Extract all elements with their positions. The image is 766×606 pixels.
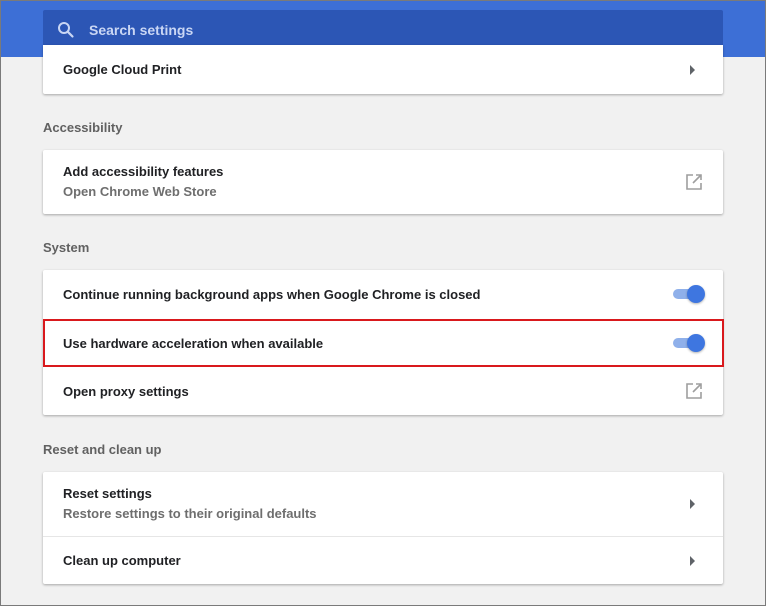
- open-web-store-sublabel: Open Chrome Web Store: [63, 184, 217, 199]
- clean-up-computer-label: Clean up computer: [63, 553, 181, 568]
- background-apps-toggle[interactable]: [671, 285, 705, 303]
- chevron-right-icon[interactable]: [689, 499, 697, 509]
- open-in-new-icon[interactable]: [685, 173, 703, 191]
- add-accessibility-features-row[interactable]: Add accessibility features Open Chrome W…: [43, 150, 723, 214]
- reset-card: Reset settings Restore settings to their…: [43, 472, 723, 584]
- search-icon[interactable]: [43, 21, 89, 39]
- printing-card: Google Cloud Print: [43, 45, 723, 94]
- reset-section-title: Reset and clean up: [43, 442, 162, 457]
- proxy-settings-row[interactable]: Open proxy settings: [43, 367, 723, 415]
- clean-up-computer-row[interactable]: Clean up computer: [43, 537, 723, 584]
- highlight-box: [43, 319, 724, 367]
- add-accessibility-features-label: Add accessibility features: [63, 164, 224, 179]
- proxy-settings-label: Open proxy settings: [63, 384, 189, 399]
- reset-settings-row[interactable]: Reset settings Restore settings to their…: [43, 472, 723, 536]
- google-cloud-print-row[interactable]: Google Cloud Print: [43, 45, 723, 94]
- open-in-new-icon[interactable]: [685, 382, 703, 400]
- accessibility-section-title: Accessibility: [43, 120, 123, 135]
- reset-settings-label: Reset settings: [63, 486, 152, 501]
- reset-settings-sublabel: Restore settings to their original defau…: [63, 506, 317, 521]
- toggle-knob: [687, 285, 705, 303]
- google-cloud-print-label: Google Cloud Print: [63, 62, 182, 77]
- search-box[interactable]: [43, 10, 723, 49]
- system-section-title: System: [43, 240, 90, 255]
- accessibility-card: Add accessibility features Open Chrome W…: [43, 150, 723, 214]
- chevron-right-icon[interactable]: [689, 65, 697, 75]
- search-input[interactable]: [89, 21, 689, 38]
- chevron-right-icon[interactable]: [689, 556, 697, 566]
- background-apps-label: Continue running background apps when Go…: [63, 287, 481, 302]
- background-apps-row[interactable]: Continue running background apps when Go…: [43, 270, 723, 318]
